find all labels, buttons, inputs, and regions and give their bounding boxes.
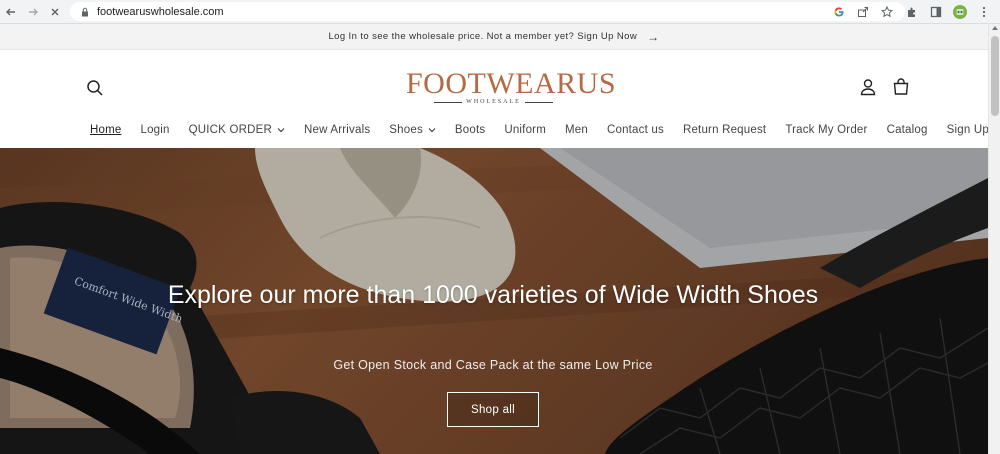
nav-item-label: Contact us (606, 124, 664, 136)
announcement-text[interactable]: Log In to see the wholesale price. Not a… (328, 31, 637, 42)
nav-item-label: Track My Order (785, 124, 868, 136)
main-navigation: Home Login QUICK ORDER New Arrivals Shoes Boo… (90, 124, 1000, 136)
nav-item-label: Return Request (682, 124, 767, 136)
nav-item-label: Sign Up (946, 124, 989, 136)
nav-item-track-my-order[interactable]: Track My Order (785, 124, 867, 136)
nav-item-label: Login (140, 124, 170, 136)
stop-icon[interactable] (44, 1, 66, 23)
profile-icon[interactable] (950, 2, 970, 22)
address-bar[interactable]: footwearuswholesale.com (70, 2, 905, 21)
nav-item-quick-order[interactable]: QUICK ORDER (189, 124, 285, 136)
extensions-icon[interactable] (902, 2, 922, 22)
star-icon[interactable] (877, 3, 897, 21)
nav-item-label: Boots (454, 124, 486, 136)
announcement-bar[interactable]: Log In to see the wholesale price. Not a… (0, 24, 988, 50)
sidepanel-icon[interactable] (926, 2, 946, 22)
nav-item-label: Men (564, 124, 588, 136)
chevron-down-icon (277, 128, 285, 133)
nav-item-uniform[interactable]: Uniform (504, 124, 546, 136)
scroll-up-icon[interactable] (992, 26, 998, 30)
site-header: FOOTWEARUS WHOLESALE Home Login QUICK ORDE… (0, 50, 989, 148)
url-text: footwearuswholesale.com (97, 5, 224, 18)
page-scrollbar[interactable] (988, 24, 1000, 454)
shop-all-button[interactable]: Shop all (447, 392, 539, 427)
lock-icon (82, 7, 88, 16)
nav-item-sign-up[interactable]: Sign Up (947, 124, 989, 136)
nav-item-label: New Arrivals (303, 124, 371, 136)
hero-title: Explore our more than 1000 varieties of … (167, 281, 819, 309)
nav-item-label: Home (90, 124, 122, 136)
nav-item-label: QUICK ORDER (188, 124, 272, 136)
scroll-thumb[interactable] (991, 36, 999, 116)
nav-item-home[interactable]: Home (90, 124, 121, 136)
nav-item-boots[interactable]: Boots (455, 124, 485, 136)
logo-main-text: FOOTWEARUS (406, 67, 617, 100)
share-icon[interactable] (853, 3, 873, 21)
nav-item-label: Shoes (389, 124, 423, 136)
nav-item-label: Catalog (886, 124, 928, 136)
nav-item-catalog[interactable]: Catalog (887, 124, 928, 136)
site-logo[interactable]: FOOTWEARUS WHOLESALE (406, 67, 617, 110)
account-icon[interactable] (858, 77, 878, 97)
nav-item-men[interactable]: Men (565, 124, 588, 136)
forward-icon[interactable] (22, 1, 44, 23)
nav-item-contact-us[interactable]: Contact us (607, 124, 664, 136)
hero-subtitle: Get Open Stock and Case Pack at the same… (333, 358, 653, 372)
nav-item-new-arrivals[interactable]: New Arrivals (304, 124, 370, 136)
nav-item-login[interactable]: Login (140, 124, 169, 136)
hero-banner: Comfort Wide Width Explore our more than… (0, 148, 988, 454)
browser-toolbar: footwearuswholesale.com (0, 0, 1000, 24)
cart-icon[interactable] (891, 77, 911, 97)
search-icon[interactable] (85, 78, 105, 98)
nav-item-shoes[interactable]: Shoes (389, 124, 436, 136)
logo-sub-text: WHOLESALE (466, 99, 521, 105)
nav-item-label: Uniform (504, 124, 546, 136)
back-icon[interactable] (0, 1, 22, 23)
nav-item-return-request[interactable]: Return Request (683, 124, 766, 136)
google-icon[interactable] (829, 3, 849, 21)
menu-icon[interactable] (974, 2, 994, 22)
chevron-down-icon (428, 128, 436, 133)
arrow-right-icon[interactable]: → (647, 30, 659, 44)
